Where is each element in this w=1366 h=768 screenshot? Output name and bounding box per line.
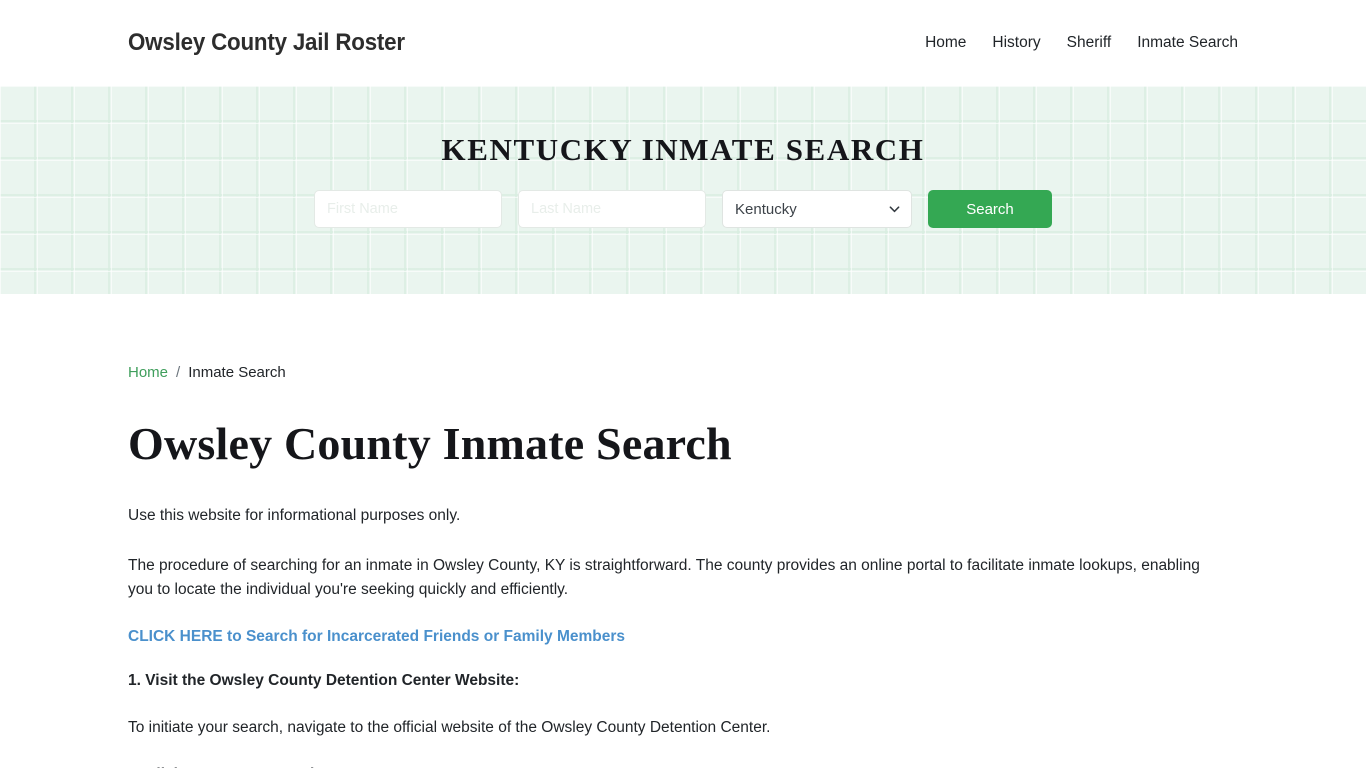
header-inner: Owsley County Jail Roster Home History S…	[128, 29, 1238, 57]
site-logo[interactable]: Owsley County Jail Roster	[128, 29, 405, 57]
main-navigation: Home History Sheriff Inmate Search	[925, 34, 1238, 52]
first-name-input[interactable]	[314, 190, 502, 228]
main-content: Home / Inmate Search Owsley County Inmat…	[128, 294, 1238, 768]
breadcrumb: Home / Inmate Search	[128, 364, 1238, 381]
intro-paragraph: Use this website for informational purpo…	[128, 506, 461, 524]
procedure-paragraph: The procedure of searching for an inmate…	[128, 556, 1200, 598]
breadcrumb-separator: /	[176, 364, 181, 381]
page-title: Owsley County Inmate Search	[128, 418, 732, 469]
nav-item-history[interactable]: History	[992, 34, 1040, 52]
nav-item-inmate-search[interactable]: Inmate Search	[1137, 34, 1238, 52]
site-header: Owsley County Jail Roster Home History S…	[0, 0, 1366, 86]
breadcrumb-home-link[interactable]: Home	[128, 364, 168, 381]
cta-search-link[interactable]: CLICK HERE to Search for Incarcerated Fr…	[128, 628, 1238, 646]
search-button[interactable]: Search	[928, 190, 1052, 228]
hero-title: KENTUCKY INMATE SEARCH	[441, 132, 925, 167]
step-1-text: To initiate your search, navigate to the…	[128, 718, 771, 736]
breadcrumb-current: Inmate Search	[188, 364, 286, 381]
state-select[interactable]: Kentucky	[722, 190, 912, 228]
inmate-search-form: Kentucky Search	[314, 190, 1052, 228]
nav-item-sheriff[interactable]: Sheriff	[1067, 34, 1112, 52]
step-1-heading: 1. Visit the Owsley County Detention Cen…	[128, 671, 520, 689]
state-select-wrapper: Kentucky	[722, 190, 912, 228]
last-name-input[interactable]	[518, 190, 706, 228]
nav-item-home[interactable]: Home	[925, 34, 966, 52]
hero-search-section: KENTUCKY INMATE SEARCH Kentucky Search	[0, 86, 1366, 294]
